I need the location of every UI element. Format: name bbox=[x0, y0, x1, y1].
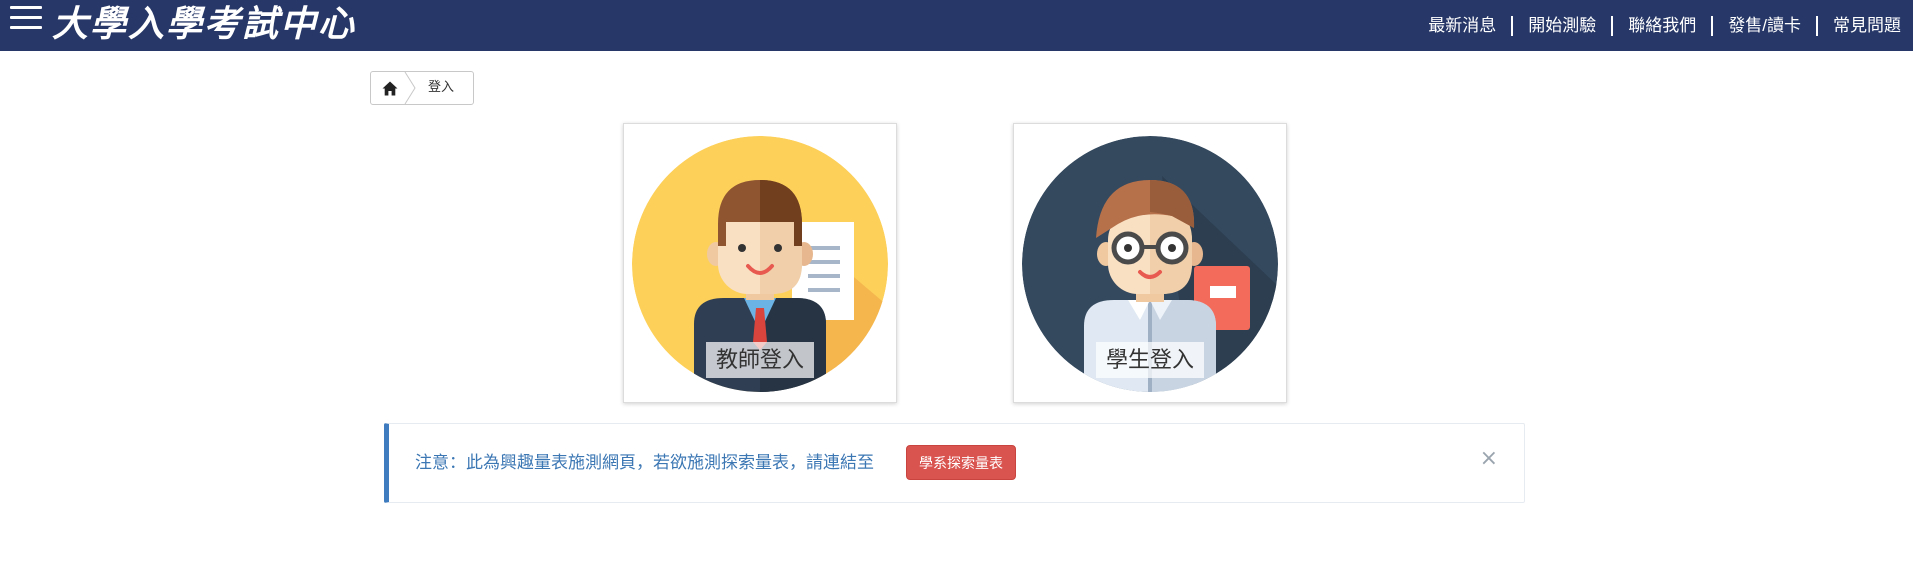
teacher-avatar-icon bbox=[632, 136, 888, 392]
breadcrumb-separator bbox=[404, 72, 416, 104]
nav-item-contact[interactable]: 聯絡我們 bbox=[1611, 15, 1711, 36]
nav-item-start-test[interactable]: 開始測驗 bbox=[1511, 15, 1611, 36]
close-icon[interactable]: × bbox=[1480, 448, 1498, 470]
student-login-card[interactable]: 學生登入 bbox=[1013, 123, 1287, 403]
notice-alert: 注意：此為興趣量表施測網頁，若欲施測探索量表，請連結至 學系探索量表 × bbox=[384, 423, 1525, 503]
site-logo[interactable]: 大學入學考試中心 bbox=[52, 2, 356, 46]
nav-item-faq[interactable]: 常見問題 bbox=[1816, 15, 1901, 36]
main-nav: 最新消息 開始測驗 聯絡我們 發售/讀卡 常見問題 bbox=[1413, 0, 1901, 51]
teacher-login-card[interactable]: 教師登入 bbox=[623, 123, 897, 403]
breadcrumb-current: 登入 bbox=[428, 80, 455, 95]
breadcrumb: 登入 bbox=[370, 71, 474, 105]
hamburger-menu-icon[interactable] bbox=[10, 6, 42, 32]
nav-item-news[interactable]: 最新消息 bbox=[1413, 16, 1511, 36]
notice-text: 注意：此為興趣量表施測網頁，若欲施測探索量表，請連結至 bbox=[415, 453, 874, 472]
home-icon bbox=[382, 81, 398, 95]
top-navbar: 大學入學考試中心 最新消息 開始測驗 聯絡我們 發售/讀卡 常見問題 bbox=[0, 0, 1913, 51]
department-exploration-scale-button[interactable]: 學系探索量表 bbox=[906, 445, 1016, 480]
student-avatar-icon bbox=[1022, 136, 1278, 392]
nav-item-sale-card-reading[interactable]: 發售/讀卡 bbox=[1711, 15, 1816, 36]
